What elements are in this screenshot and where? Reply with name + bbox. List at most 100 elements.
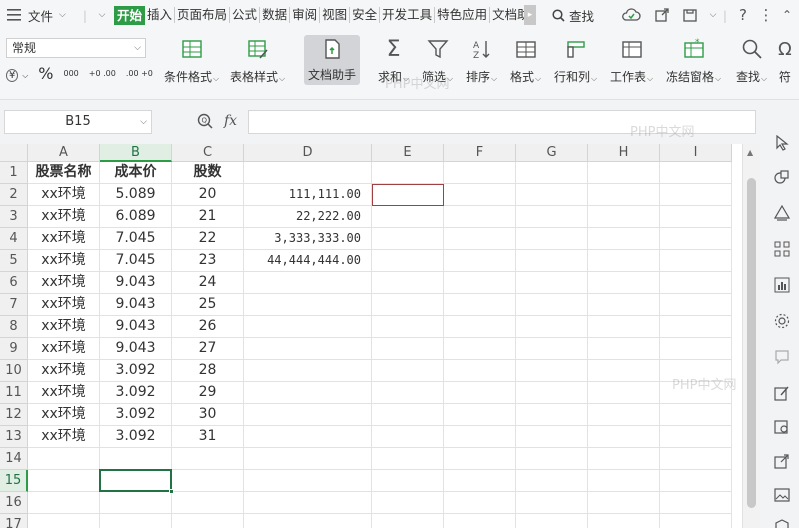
cell-i7[interactable] <box>660 294 732 316</box>
cell-h10[interactable] <box>588 360 660 382</box>
cell-d3[interactable]: 22,222.00 <box>244 206 372 228</box>
cell-c6[interactable]: 24 <box>172 272 244 294</box>
row-header-4[interactable]: 4 <box>0 228 28 250</box>
freeze-panes-button[interactable]: * 冻结窗格⌵ <box>666 36 721 85</box>
cell-b16[interactable] <box>100 492 172 514</box>
cell-c15[interactable] <box>172 470 244 492</box>
cell-d6[interactable] <box>244 272 372 294</box>
row-header-14[interactable]: 14 <box>0 448 28 470</box>
table-style-button[interactable]: 表格样式⌵ <box>230 36 285 85</box>
cell-f1[interactable] <box>444 162 516 184</box>
format-button[interactable]: 格式⌵ <box>510 36 541 85</box>
cell-f2[interactable] <box>444 184 516 206</box>
cell-e9[interactable] <box>372 338 444 360</box>
cell-a15[interactable] <box>28 470 100 492</box>
cell-b6[interactable]: 9.043 <box>100 272 172 294</box>
fill-handle[interactable] <box>169 489 174 494</box>
cell-e10[interactable] <box>372 360 444 382</box>
cell-h14[interactable] <box>588 448 660 470</box>
cell-c12[interactable]: 30 <box>172 404 244 426</box>
cell-g11[interactable] <box>516 382 588 404</box>
cell-g7[interactable] <box>516 294 588 316</box>
percent-button[interactable]: % <box>38 64 53 83</box>
cell-a9[interactable]: xx环境 <box>28 338 100 360</box>
cell-i15[interactable] <box>660 470 732 492</box>
find-button[interactable]: 查找⌵ <box>736 36 767 85</box>
row-header-11[interactable]: 11 <box>0 382 28 404</box>
cell-b9[interactable]: 9.043 <box>100 338 172 360</box>
formula-input[interactable] <box>248 110 756 134</box>
cell-e16[interactable] <box>372 492 444 514</box>
cell-g3[interactable] <box>516 206 588 228</box>
cell-c16[interactable] <box>172 492 244 514</box>
cell-a14[interactable] <box>28 448 100 470</box>
hamburger-menu-icon[interactable] <box>0 0 28 30</box>
cell-c11[interactable]: 29 <box>172 382 244 404</box>
name-box[interactable]: B15 ⌵ <box>4 110 152 134</box>
cell-h17[interactable] <box>588 514 660 528</box>
cell-h3[interactable] <box>588 206 660 228</box>
file-menu[interactable]: 文件 ⌵ <box>28 0 80 30</box>
cell-f13[interactable] <box>444 426 516 448</box>
cell-h7[interactable] <box>588 294 660 316</box>
cell-a2[interactable]: xx环境 <box>28 184 100 206</box>
row-header-13[interactable]: 13 <box>0 426 28 448</box>
cell-h12[interactable] <box>588 404 660 426</box>
number-format-select[interactable]: 常规 ⌵ <box>6 38 146 58</box>
tab-view[interactable]: 视图 <box>320 7 351 23</box>
cell-d12[interactable] <box>244 404 372 426</box>
tab-review[interactable]: 审阅 <box>290 7 321 23</box>
cell-d17[interactable] <box>244 514 372 528</box>
cell-c17[interactable] <box>172 514 244 528</box>
thousands-separator-button[interactable]: 000 <box>63 69 78 78</box>
cell-a1[interactable]: 股票名称 <box>28 162 100 184</box>
cell-i14[interactable] <box>660 448 732 470</box>
cell-d16[interactable] <box>244 492 372 514</box>
row-header-1[interactable]: 1 <box>0 162 28 184</box>
scroll-up-arrow-icon[interactable]: ▲ <box>747 148 753 157</box>
column-header-b[interactable]: B <box>100 144 172 162</box>
cell-f9[interactable] <box>444 338 516 360</box>
cell-e13[interactable] <box>372 426 444 448</box>
cell-i10[interactable] <box>660 360 732 382</box>
cell-b4[interactable]: 7.045 <box>100 228 172 250</box>
search-button[interactable]: 查找 <box>552 0 614 30</box>
cell-c5[interactable]: 23 <box>172 250 244 272</box>
cell-b13[interactable]: 3.092 <box>100 426 172 448</box>
cell-e12[interactable] <box>372 404 444 426</box>
row-header-7[interactable]: 7 <box>0 294 28 316</box>
tab-developer[interactable]: 开发工具 <box>380 7 436 23</box>
column-header-d[interactable]: D <box>244 144 372 162</box>
more-options-icon[interactable]: ⋮ <box>756 0 776 30</box>
cell-b11[interactable]: 3.092 <box>100 382 172 404</box>
cell-h9[interactable] <box>588 338 660 360</box>
cell-d7[interactable] <box>244 294 372 316</box>
tab-special[interactable]: 特色应用 <box>435 7 491 23</box>
column-header-i[interactable]: I <box>660 144 732 162</box>
chart-icon[interactable] <box>773 276 791 294</box>
cell-i9[interactable] <box>660 338 732 360</box>
cell-c3[interactable]: 21 <box>172 206 244 228</box>
conditional-format-button[interactable]: 条件格式⌵ <box>164 36 219 85</box>
row-header-10[interactable]: 10 <box>0 360 28 382</box>
picture-icon[interactable] <box>773 486 791 504</box>
sort-button[interactable]: AZ 排序⌵ <box>466 36 497 85</box>
cell-b2[interactable]: 5.089 <box>100 184 172 206</box>
cell-h13[interactable] <box>588 426 660 448</box>
cell-h4[interactable] <box>588 228 660 250</box>
cell-i12[interactable] <box>660 404 732 426</box>
currency-button[interactable]: ¥ ⌵ <box>6 67 28 82</box>
cell-f11[interactable] <box>444 382 516 404</box>
shield-icon[interactable] <box>773 518 791 528</box>
cell-f16[interactable] <box>444 492 516 514</box>
cell-e8[interactable] <box>372 316 444 338</box>
cell-c1[interactable]: 股数 <box>172 162 244 184</box>
cell-f4[interactable] <box>444 228 516 250</box>
cell-d15[interactable] <box>244 470 372 492</box>
cell-e1[interactable] <box>372 162 444 184</box>
cell-a11[interactable]: xx环境 <box>28 382 100 404</box>
cell-g6[interactable] <box>516 272 588 294</box>
cell-b12[interactable]: 3.092 <box>100 404 172 426</box>
cell-c9[interactable]: 27 <box>172 338 244 360</box>
save-history-icon[interactable] <box>676 0 706 30</box>
